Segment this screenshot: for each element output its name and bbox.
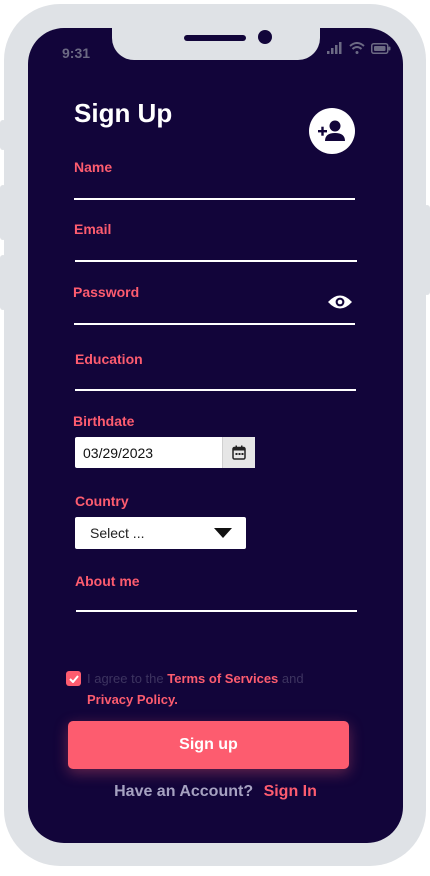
birthdate-label: Birthdate bbox=[73, 413, 135, 429]
notch bbox=[112, 28, 320, 60]
signin-prompt: Have an Account? Sign In bbox=[28, 783, 403, 801]
birthdate-value: 03/29/2023 bbox=[83, 444, 154, 461]
have-account-text: Have an Account? bbox=[114, 783, 254, 800]
eye-icon[interactable] bbox=[327, 294, 353, 310]
battery-icon bbox=[371, 42, 391, 54]
about-input[interactable] bbox=[76, 610, 357, 612]
agreement-middle: and bbox=[278, 671, 304, 686]
about-label: About me bbox=[75, 573, 140, 589]
signup-button[interactable]: Sign up bbox=[68, 721, 349, 769]
password-label: Password bbox=[73, 284, 140, 300]
password-input[interactable] bbox=[74, 323, 355, 325]
calendar-button[interactable] bbox=[222, 437, 255, 468]
add-user-button[interactable] bbox=[309, 108, 355, 154]
country-label: Country bbox=[75, 493, 129, 509]
chevron-down-icon bbox=[214, 528, 232, 538]
add-user-icon bbox=[318, 120, 345, 141]
signin-link[interactable]: Sign In bbox=[264, 783, 317, 800]
agreement-prefix: I agree to the bbox=[87, 671, 168, 686]
status-time: 9:31 bbox=[62, 45, 91, 61]
side-button-left-1 bbox=[0, 120, 6, 150]
country-select[interactable]: Select ... bbox=[75, 517, 246, 549]
birthdate-input[interactable]: 03/29/2023 bbox=[75, 437, 255, 468]
calendar-icon bbox=[232, 445, 246, 460]
camera bbox=[258, 30, 272, 44]
education-label: Education bbox=[75, 351, 143, 367]
check-icon bbox=[68, 674, 79, 683]
agreement-text: I agree to the Terms of Services and Priv… bbox=[87, 668, 327, 710]
name-input[interactable] bbox=[74, 198, 355, 200]
wifi-icon bbox=[349, 42, 365, 54]
privacy-link[interactable]: Privacy Policy. bbox=[87, 692, 178, 707]
terms-link[interactable]: Terms of Services bbox=[167, 671, 278, 686]
agree-checkbox[interactable] bbox=[66, 671, 81, 686]
email-input[interactable] bbox=[75, 260, 357, 262]
speaker bbox=[184, 35, 246, 41]
side-button-left-3 bbox=[0, 255, 6, 310]
screen: 9:31 Sign Up Name Email Password Educati… bbox=[28, 28, 403, 843]
email-label: Email bbox=[74, 221, 112, 237]
country-select-value: Select ... bbox=[90, 525, 145, 541]
signal-icon bbox=[327, 42, 342, 54]
status-icons bbox=[327, 42, 391, 54]
side-button-left-2 bbox=[0, 185, 6, 240]
page-title: Sign Up bbox=[74, 98, 173, 128]
side-button-right bbox=[424, 205, 430, 295]
name-label: Name bbox=[74, 159, 113, 175]
education-input[interactable] bbox=[75, 389, 356, 391]
